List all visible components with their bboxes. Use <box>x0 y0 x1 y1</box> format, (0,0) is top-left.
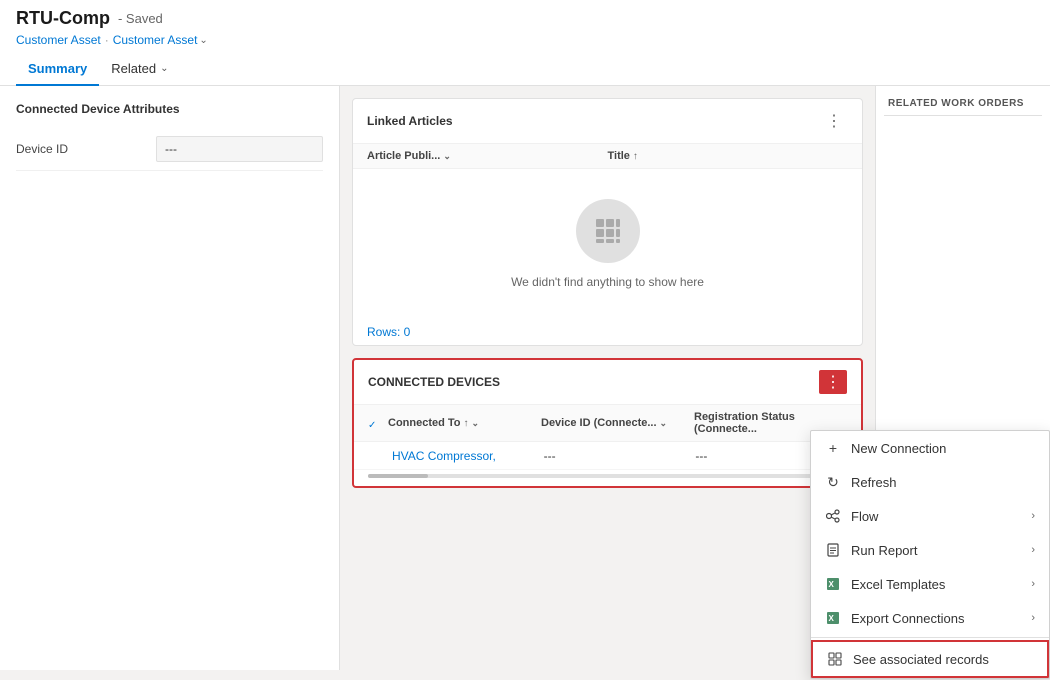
header-top: RTU-Comp - Saved <box>16 8 1034 33</box>
menu-item-run-report-label: Run Report <box>851 543 917 558</box>
col-header-title[interactable]: Title ↑ <box>608 150 849 162</box>
menu-item-run-report[interactable]: Run Report › <box>811 533 1049 567</box>
connected-devices-card: CONNECTED DEVICES ⋮ ✓ Connected To ↑ ⌄ D… <box>352 358 863 488</box>
left-section-title: Connected Device Attributes <box>16 102 323 116</box>
context-menu: + New Connection ↻ Refresh Flow › <box>810 430 1050 679</box>
page-header: RTU-Comp - Saved Customer Asset · Custom… <box>0 0 1050 86</box>
menu-item-flow-left: Flow <box>825 508 878 524</box>
plus-icon: + <box>825 440 841 456</box>
menu-item-excel-templates-left: X Excel Templates <box>825 576 945 592</box>
breadcrumb-label-1: Customer Asset <box>16 33 101 47</box>
col-label-connected-to: Connected To <box>388 417 461 429</box>
linked-articles-more-btn[interactable]: ⋮ <box>820 109 848 133</box>
grid-icon <box>592 215 624 247</box>
col-header-device-id[interactable]: Device ID (Connecte... ⌄ <box>541 417 694 429</box>
middle-panel: Linked Articles ⋮ Article Publi... ⌄ Tit… <box>340 86 875 670</box>
associated-icon <box>827 651 843 667</box>
menu-item-new-connection[interactable]: + New Connection <box>811 431 1049 465</box>
linked-articles-header: Linked Articles ⋮ <box>353 99 862 144</box>
menu-item-associated-label: See associated records <box>853 652 989 667</box>
excel-icon: X <box>825 576 841 592</box>
menu-item-export-label: Export Connections <box>851 611 964 626</box>
linked-articles-empty-state: We didn't find anything to show here <box>353 169 862 319</box>
col-dropdown-article-publi: ⌄ <box>443 151 451 162</box>
table-row: HVAC Compressor, --- --- <box>354 442 861 470</box>
menu-item-flow[interactable]: Flow › <box>811 499 1049 533</box>
menu-item-run-report-left: Run Report <box>825 542 917 558</box>
record-title: RTU-Comp <box>16 8 110 29</box>
field-value-device-id[interactable]: --- <box>156 136 323 162</box>
breadcrumb-item-1[interactable]: Customer Asset <box>16 33 101 47</box>
col-check-header: ✓ <box>368 416 388 431</box>
col-header-connected-to[interactable]: Connected To ↑ ⌄ <box>388 417 541 429</box>
row-connected-to-link[interactable]: HVAC Compressor, <box>392 449 496 463</box>
col-dropdown-device-id: ⌄ <box>660 418 668 429</box>
menu-item-excel-label: Excel Templates <box>851 577 945 592</box>
menu-item-excel-templates[interactable]: X Excel Templates › <box>811 567 1049 601</box>
connected-devices-more-btn[interactable]: ⋮ <box>819 370 847 394</box>
breadcrumb-item-2[interactable]: Customer Asset ⌄ <box>113 33 208 47</box>
excel-arrow-icon: › <box>1031 578 1035 590</box>
menu-item-new-connection-label: New Connection <box>851 441 946 456</box>
connected-devices-col-headers: ✓ Connected To ↑ ⌄ Device ID (Connecte..… <box>354 405 861 442</box>
field-label-device-id: Device ID <box>16 142 156 156</box>
col-dropdown-connected-to: ⌄ <box>472 418 480 429</box>
export-arrow-icon: › <box>1031 612 1035 624</box>
menu-divider <box>811 637 1049 638</box>
tab-related-chevron: ⌄ <box>160 63 168 74</box>
menu-item-see-associated[interactable]: See associated records <box>811 640 1049 678</box>
refresh-icon: ↻ <box>825 474 841 490</box>
breadcrumb-sep: · <box>105 33 109 47</box>
menu-item-export-left: X Export Connections <box>825 610 964 626</box>
col-label-title: Title <box>608 150 630 162</box>
scroll-bar-track <box>368 474 847 478</box>
col-sort-connected-to: ↑ <box>464 418 469 429</box>
field-row-device-id: Device ID --- <box>16 128 323 171</box>
saved-label: - Saved <box>118 11 163 26</box>
report-arrow-icon: › <box>1031 544 1035 556</box>
flow-icon <box>825 508 841 524</box>
tab-summary[interactable]: Summary <box>16 53 99 86</box>
breadcrumb-label-2: Customer Asset <box>113 33 198 47</box>
menu-item-refresh-label: Refresh <box>851 475 897 490</box>
row-connected-to: HVAC Compressor, <box>392 448 544 463</box>
menu-item-flow-label: Flow <box>851 509 878 524</box>
svg-text:X: X <box>829 580 835 589</box>
menu-item-refresh-left: ↻ Refresh <box>825 474 897 490</box>
empty-text: We didn't find anything to show here <box>511 275 704 289</box>
rows-count: Rows: 0 <box>353 319 862 345</box>
right-section-title: RELATED WORK ORDERS <box>884 98 1042 116</box>
breadcrumb-chevron: ⌄ <box>199 35 207 46</box>
linked-articles-card: Linked Articles ⋮ Article Publi... ⌄ Tit… <box>352 98 863 346</box>
menu-item-new-connection-left: + New Connection <box>825 440 946 456</box>
connected-devices-header: CONNECTED DEVICES ⋮ <box>354 360 861 405</box>
col-sort-title: ↑ <box>633 151 638 162</box>
empty-icon <box>576 199 640 263</box>
menu-item-associated-left: See associated records <box>827 651 989 667</box>
tab-related-label: Related <box>111 61 156 76</box>
report-icon <box>825 542 841 558</box>
col-label-article-publi: Article Publi... <box>367 150 440 162</box>
linked-articles-col-headers: Article Publi... ⌄ Title ↑ <box>353 144 862 169</box>
menu-item-export-connections[interactable]: X Export Connections › <box>811 601 1049 635</box>
export-icon: X <box>825 610 841 626</box>
tab-summary-label: Summary <box>28 61 87 76</box>
row-device-id: --- <box>544 449 696 463</box>
svg-text:X: X <box>829 614 835 623</box>
nav-tabs: Summary Related ⌄ <box>16 53 1034 85</box>
scroll-bar-area <box>354 470 861 486</box>
breadcrumb: Customer Asset · Customer Asset ⌄ <box>16 33 1034 53</box>
col-label-device-id: Device ID (Connecte... <box>541 417 657 429</box>
linked-articles-title: Linked Articles <box>367 114 453 128</box>
col-header-article-publi[interactable]: Article Publi... ⌄ <box>367 150 608 162</box>
scroll-bar-thumb[interactable] <box>368 474 428 478</box>
left-panel: Connected Device Attributes Device ID --… <box>0 86 340 670</box>
tab-related[interactable]: Related ⌄ <box>99 53 180 86</box>
flow-arrow-icon: › <box>1031 510 1035 522</box>
connected-devices-title: CONNECTED DEVICES <box>368 375 500 389</box>
menu-item-refresh[interactable]: ↻ Refresh <box>811 465 1049 499</box>
